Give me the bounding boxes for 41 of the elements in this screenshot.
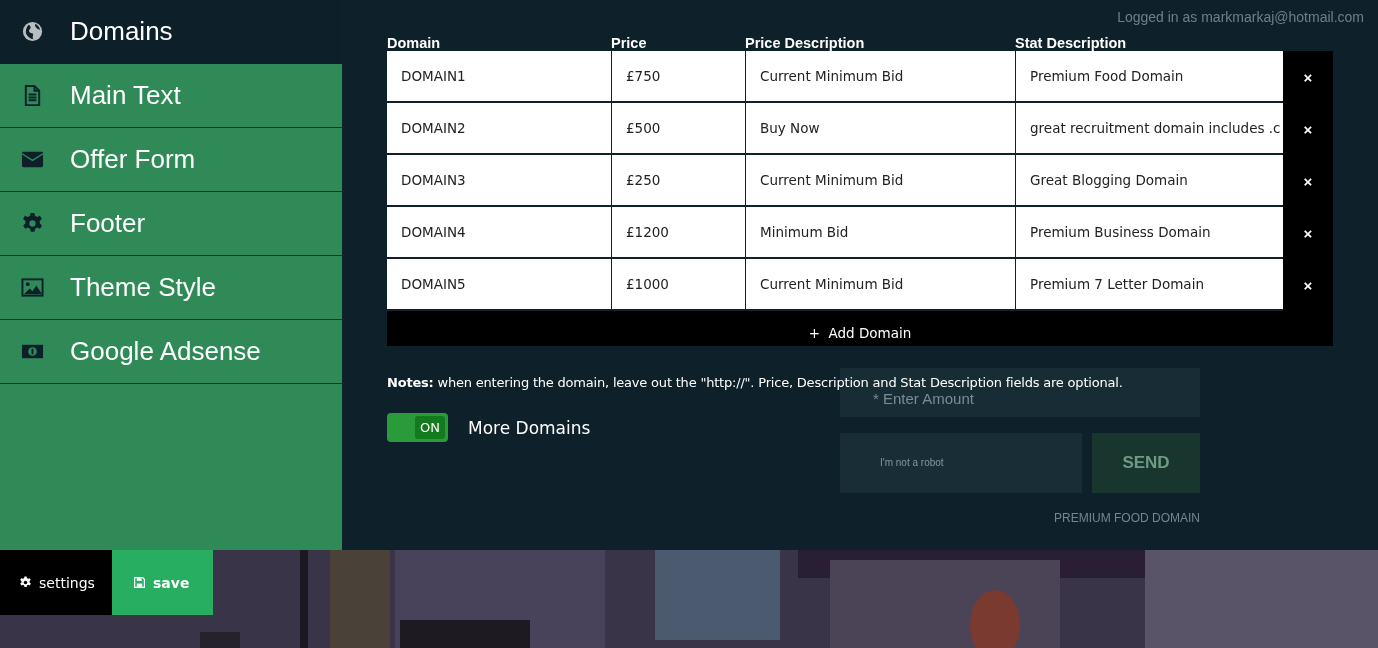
remove-button[interactable]: × [1283, 51, 1333, 103]
table-cell[interactable]: Current Minimum Bid [745, 155, 1015, 205]
column-header: Price [611, 35, 648, 51]
logged-in-text: Logged in as markmarkaj@hotmail.com [1117, 9, 1364, 25]
table-cell[interactable]: £1200 [611, 207, 745, 257]
settings-icon [21, 212, 44, 235]
add-domain-button[interactable]: + Add Domain [387, 311, 1333, 346]
captcha-box: I'm not a robot [840, 433, 1082, 493]
notes-text: Notes: when entering the domain, leave out the "http://". Price, Description and Stat Description fields are optional. [387, 375, 1123, 390]
column-header: Domain [387, 35, 442, 51]
domain-caption: PREMIUM FOOD DOMAIN [1053, 511, 1200, 525]
table-cell[interactable]: Buy Now [745, 103, 1015, 153]
table-cell[interactable]: Current Minimum Bid [745, 259, 1015, 309]
column-header: Stat Description [1015, 35, 1128, 51]
settings-button[interactable]: settings [0, 550, 112, 615]
remove-button[interactable]: × [1283, 155, 1333, 207]
sidebar-item[interactable]: Google Adsense [0, 320, 342, 384]
toggle-switch[interactable]: ON [387, 413, 448, 442]
table-cell[interactable]: £750 [611, 51, 745, 101]
table-cell[interactable]: DOMAIN3 [387, 155, 611, 205]
table-cell[interactable]: £1000 [611, 259, 745, 309]
settings-icon [19, 576, 32, 589]
sidebar-item[interactable]: Theme Style [0, 256, 342, 320]
table-cell[interactable]: £500 [611, 103, 745, 153]
table-cell[interactable]: DOMAIN5 [387, 259, 611, 309]
table-cell[interactable]: DOMAIN2 [387, 103, 611, 153]
sidebar-item[interactable]: Footer [0, 192, 342, 256]
column-header: Price Description [745, 35, 866, 51]
remove-button[interactable]: × [1283, 103, 1333, 155]
sidebar-item[interactable]: Offer Form [0, 128, 342, 192]
table-cell[interactable]: Current Minimum Bid [745, 51, 1015, 101]
image-icon [21, 276, 44, 299]
table-cell[interactable]: DOMAIN4 [387, 207, 611, 257]
table-cell[interactable]: Minimum Bid [745, 207, 1015, 257]
table-cell[interactable]: DOMAIN1 [387, 51, 611, 101]
remove-button[interactable]: × [1283, 259, 1333, 311]
table-cell[interactable]: £250 [611, 155, 745, 205]
sidebar-item[interactable]: Domains [0, 0, 342, 64]
toggle-label: More Domains [468, 417, 591, 438]
remove-button[interactable]: × [1283, 207, 1333, 259]
globe-icon [21, 20, 44, 43]
